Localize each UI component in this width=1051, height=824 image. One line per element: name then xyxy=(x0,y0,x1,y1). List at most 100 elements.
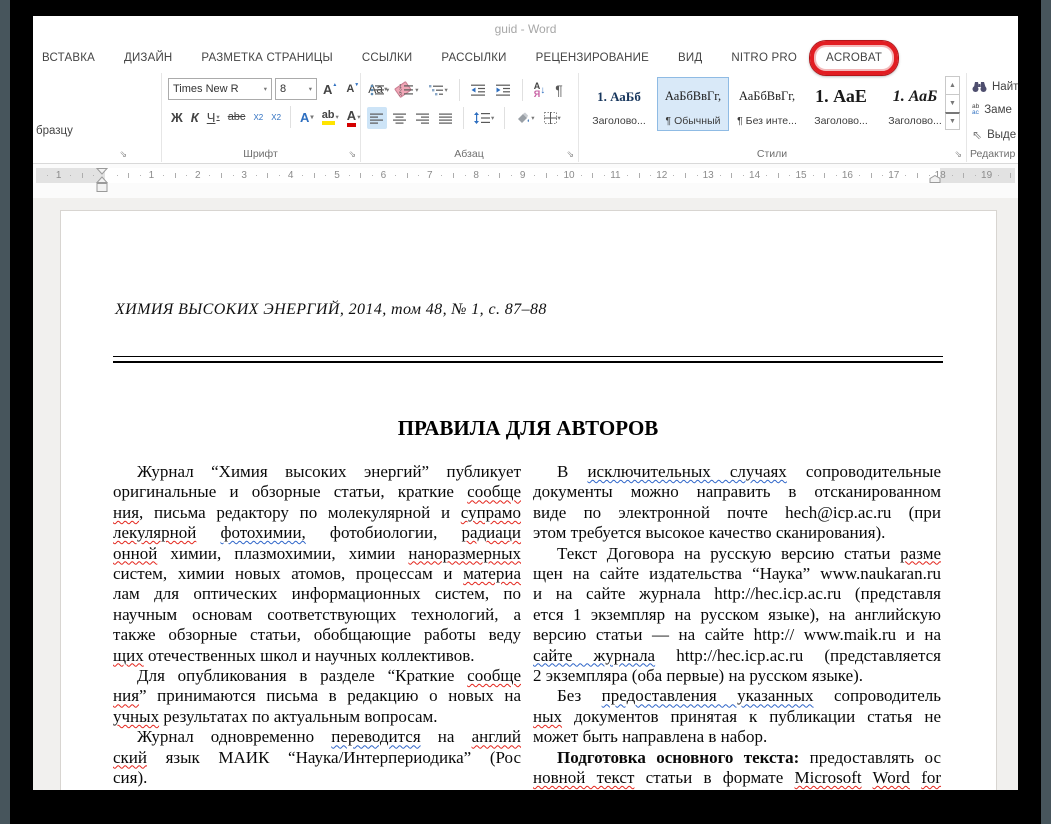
tab-nitro-pro[interactable]: NITRO PRO xyxy=(731,52,797,64)
align-center-button[interactable] xyxy=(390,107,410,129)
bold-button[interactable]: Ж xyxy=(168,106,186,128)
text-line: онной химии, плазмохимии, химии наноразм… xyxy=(113,544,521,564)
multilevel-list-button[interactable]: ▾ xyxy=(426,79,451,101)
left-indent-square-marker[interactable] xyxy=(96,183,108,193)
borders-icon xyxy=(544,112,557,124)
ruler-tick xyxy=(975,175,976,176)
document-page[interactable]: ХИМИЯ ВЫСОКИХ ЭНЕРГИЙ, 2014, том 48, № 1… xyxy=(60,210,997,790)
divider xyxy=(459,79,460,101)
style-card[interactable]: АаБбВвГг,¶ Обычный xyxy=(657,77,729,131)
text-segment: лам для оптических информационных систем… xyxy=(113,584,521,603)
styles-scroll-down-button[interactable]: ▼ xyxy=(945,94,960,113)
tab-вид[interactable]: ВИД xyxy=(678,52,702,64)
align-left-button[interactable] xyxy=(367,107,387,129)
font-size-combo[interactable]: 8 ▾ xyxy=(275,78,317,100)
spellcheck-flagged-text: супрамо xyxy=(461,503,521,522)
shading-button[interactable]: ▾ xyxy=(512,107,537,129)
highlight-button[interactable]: ab▾ xyxy=(319,106,342,128)
ribbon-tab-bar: ВСТАВКА ДИЗАЙН РАЗМЕТКА СТРАНИЦЫ ССЫЛКИ РАСС… xyxy=(42,43,1018,73)
ruler-tick xyxy=(824,173,825,178)
ruler-tick xyxy=(93,175,94,176)
text-line: Журнал “Химия высоких энергий” публикует xyxy=(113,462,521,482)
borders-button[interactable]: ▾ xyxy=(541,107,564,129)
tab-дизайн[interactable]: ДИЗАЙН xyxy=(124,52,172,64)
text-line: Без предоставления указанных сопроводите… xyxy=(533,686,941,706)
chevron-down-icon: ▾ xyxy=(306,85,312,93)
text-segment: может быть направлена в набор. xyxy=(533,727,767,746)
sort-button[interactable]: АЯ ↓ xyxy=(531,79,549,101)
replace-button[interactable]: abac Заме xyxy=(972,104,1012,116)
ruler-number: 17 xyxy=(888,168,899,183)
paragraph-dialog-launcher-icon[interactable]: ⇘ xyxy=(566,150,574,159)
styles-dialog-launcher-icon[interactable]: ⇘ xyxy=(954,150,962,159)
svg-text:3: 3 xyxy=(399,93,402,97)
align-right-button[interactable] xyxy=(413,107,433,129)
styles-gallery-more-button[interactable]: ▼ xyxy=(945,112,960,130)
tab-вставка[interactable]: ВСТАВКА xyxy=(42,52,95,64)
text-effects-button[interactable]: А▾ xyxy=(297,106,317,128)
styles-scroll-up-button[interactable]: ▲ xyxy=(945,76,960,95)
ruler-number: 14 xyxy=(749,168,760,183)
clipboard-dialog-launcher-icon[interactable]: ⇘ xyxy=(119,150,127,159)
strikethrough-button[interactable]: abc xyxy=(225,106,249,128)
font-dialog-launcher-icon[interactable]: ⇘ xyxy=(348,150,356,159)
ruler-tick xyxy=(836,175,837,176)
show-marks-button[interactable]: ¶ xyxy=(552,79,566,101)
ruler-tick xyxy=(963,173,964,178)
line-spacing-button[interactable]: ▾ xyxy=(471,107,497,129)
spellcheck-flagged-text: учных xyxy=(113,707,159,726)
italic-button[interactable]: К xyxy=(188,106,202,128)
ruler-number: 16 xyxy=(842,168,853,183)
find-button[interactable]: Найти xyxy=(972,80,1018,93)
style-card[interactable]: АаБбВвГг,¶ Без инте... xyxy=(731,77,803,131)
text-segment: , письма редактору по молекулярной и xyxy=(139,503,461,522)
tab-рецензирование[interactable]: РЕЦЕНЗИРОВАНИЕ xyxy=(536,52,649,64)
chevron-down-icon: ▾ xyxy=(216,113,219,121)
grow-arrow-icon: ▲ xyxy=(332,82,337,88)
ruler-number: 13 xyxy=(703,168,714,183)
ruler-tick xyxy=(650,175,651,176)
numbering-button[interactable]: 123 ▾ xyxy=(396,79,421,101)
grow-font-button[interactable]: А▲ xyxy=(320,78,340,100)
format-painter-label[interactable]: бразцу xyxy=(36,125,73,137)
tab-рассылки[interactable]: РАССЫЛКИ xyxy=(441,52,506,64)
indent-markers[interactable] xyxy=(96,168,108,183)
text-segment: язык МАИК “Наука/Интерпериодика” (Рос xyxy=(147,748,521,767)
text-line: ных документов принятая к публикации ста… xyxy=(533,707,941,727)
tab-acrobat[interactable]: ACROBAT xyxy=(826,52,882,64)
find-label: Найти xyxy=(992,81,1018,93)
underline-button[interactable]: Ч▾ xyxy=(204,106,223,128)
editing-group-label: Редактир xyxy=(966,148,1018,160)
subscript-button[interactable]: Х2 xyxy=(250,106,266,128)
text-line: лекулярной фотохимии, фотобиологии, ради… xyxy=(113,523,521,543)
bullets-button[interactable]: ▾ xyxy=(367,79,392,101)
increase-indent-button[interactable] xyxy=(493,79,514,101)
column-right: В исключительных случаях сопроводительны… xyxy=(533,462,941,790)
justify-button[interactable] xyxy=(436,107,456,129)
chevron-down-icon: ▾ xyxy=(558,114,561,122)
ruler-tick xyxy=(325,175,326,176)
superscript-button[interactable]: Х2 xyxy=(268,106,284,128)
ruler-tick xyxy=(418,175,419,176)
text-segment: документов принятая к публикации статья … xyxy=(562,707,941,726)
tab-разметка-страницы[interactable]: РАЗМЕТКА СТРАНИЦЫ xyxy=(201,52,332,64)
numbering-icon: 123 xyxy=(399,84,414,96)
font-name-combo[interactable]: Times New R ▾ xyxy=(168,78,272,100)
ruler-bar: 112345678910111213141516171819 xyxy=(36,168,1015,183)
style-card[interactable]: 1. АаЕЗаголово... xyxy=(805,77,877,131)
style-name: ¶ Без инте... xyxy=(737,115,797,130)
text-line: Журнал одновременно переводится на англи… xyxy=(113,727,521,747)
chevron-down-icon: ▾ xyxy=(310,113,313,121)
style-card[interactable]: 1. АаБЗаголово... xyxy=(879,77,951,131)
spellcheck-flagged-text: сообще xyxy=(467,666,521,685)
decrease-indent-button[interactable] xyxy=(468,79,489,101)
text-segment: версию статьи — на сайте http:// www.mai… xyxy=(533,625,941,644)
select-label: Выде xyxy=(987,129,1016,141)
right-indent-marker[interactable] xyxy=(929,175,941,183)
style-card[interactable]: 1. АаБбЗаголово... xyxy=(583,77,655,131)
spellcheck-flagged-text: щих xyxy=(113,646,144,665)
select-button[interactable]: ⇖ Выде xyxy=(972,128,1016,142)
tab-ссылки[interactable]: ССЫЛКИ xyxy=(362,52,413,64)
spellcheck-flagged-text: сайте журнала xyxy=(533,646,655,665)
screen-edge-left xyxy=(0,0,10,824)
